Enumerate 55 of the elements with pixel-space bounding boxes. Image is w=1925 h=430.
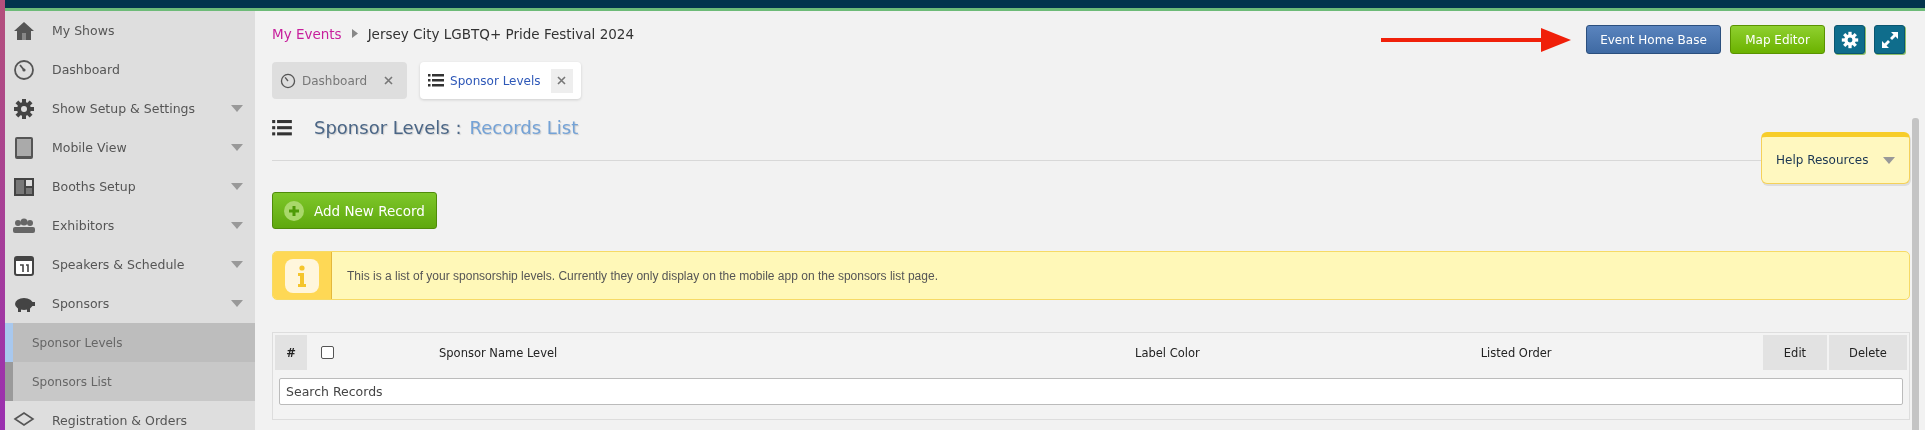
gear-icon <box>13 97 35 120</box>
close-button[interactable] <box>550 68 573 93</box>
layout-icon <box>13 176 35 197</box>
page-title: Sponsor Levels : <box>314 117 462 138</box>
tab[interactable]: Sponsor Levels <box>420 62 581 99</box>
tab[interactable]: Dashboard <box>272 62 408 99</box>
tab-label: Sponsor Levels <box>450 73 541 88</box>
sidebar-item[interactable]: Booths Setup <box>5 167 255 206</box>
list-icon <box>272 119 292 136</box>
tablet-icon <box>13 135 35 160</box>
sidebar-item[interactable]: My Shows <box>5 11 255 50</box>
home-base-button[interactable]: Event Home Base <box>1586 25 1721 54</box>
caret-icon <box>231 105 243 112</box>
breadcrumb-current: Jersey City LGBTQ+ Pride Festival 2024 <box>367 25 634 42</box>
plus-circle-icon <box>284 200 304 221</box>
house-icon <box>13 19 35 42</box>
select-all-checkbox[interactable] <box>321 346 334 359</box>
sidebar-item[interactable]: Show Setup & Settings <box>5 89 255 128</box>
column-header: Edit <box>1763 335 1827 370</box>
caret-icon <box>231 222 243 229</box>
help-resources-dropdown[interactable]: Help Resources <box>1761 132 1910 184</box>
sidebar-subitem[interactable]: Sponsors List <box>5 362 255 401</box>
list-icon <box>428 74 445 87</box>
sidebar-item[interactable]: Dashboard <box>5 50 255 89</box>
close-icon <box>383 76 393 85</box>
fullscreen-button[interactable] <box>1874 25 1905 54</box>
tab-label: Dashboard <box>302 73 368 88</box>
calendar-icon <box>13 253 35 276</box>
scrollbar[interactable] <box>1912 118 1919 430</box>
column-header: Delete <box>1829 335 1907 370</box>
caret-icon <box>1883 156 1895 164</box>
page-subtitle: Records List <box>469 117 579 138</box>
settings-button[interactable] <box>1834 25 1865 54</box>
sidebar-item[interactable]: Speakers & Schedule <box>5 245 255 284</box>
settings-icon <box>1840 30 1859 49</box>
chevron-icon <box>351 29 358 38</box>
search-field[interactable]: Search Records <box>279 378 1903 405</box>
caret-icon <box>231 183 243 190</box>
breadcrumb-link[interactable]: My Events <box>272 25 342 42</box>
column-header: # <box>275 335 307 370</box>
gauge-icon <box>280 72 296 89</box>
close-icon <box>557 76 567 85</box>
sidebar-subitem[interactable]: Sponsor Levels <box>5 323 255 362</box>
people-icon <box>13 217 35 234</box>
caret-icon <box>231 144 243 151</box>
info-text: This is a list of your sponsorship levels. Currently they only display on the mobile app on the sponsors list page. <box>346 268 938 283</box>
gauge-icon <box>13 58 35 81</box>
sidebar-item[interactable]: Exhibitors <box>5 206 255 245</box>
caret-icon <box>231 300 243 307</box>
sidebar-item[interactable]: Sponsors <box>5 284 255 323</box>
info-icon <box>285 258 319 293</box>
sidebar-item[interactable]: Mobile View <box>5 128 255 167</box>
expand-icon <box>1880 30 1899 49</box>
sidebar-item[interactable]: Registration & Orders <box>5 401 255 430</box>
caret-icon <box>231 261 243 268</box>
